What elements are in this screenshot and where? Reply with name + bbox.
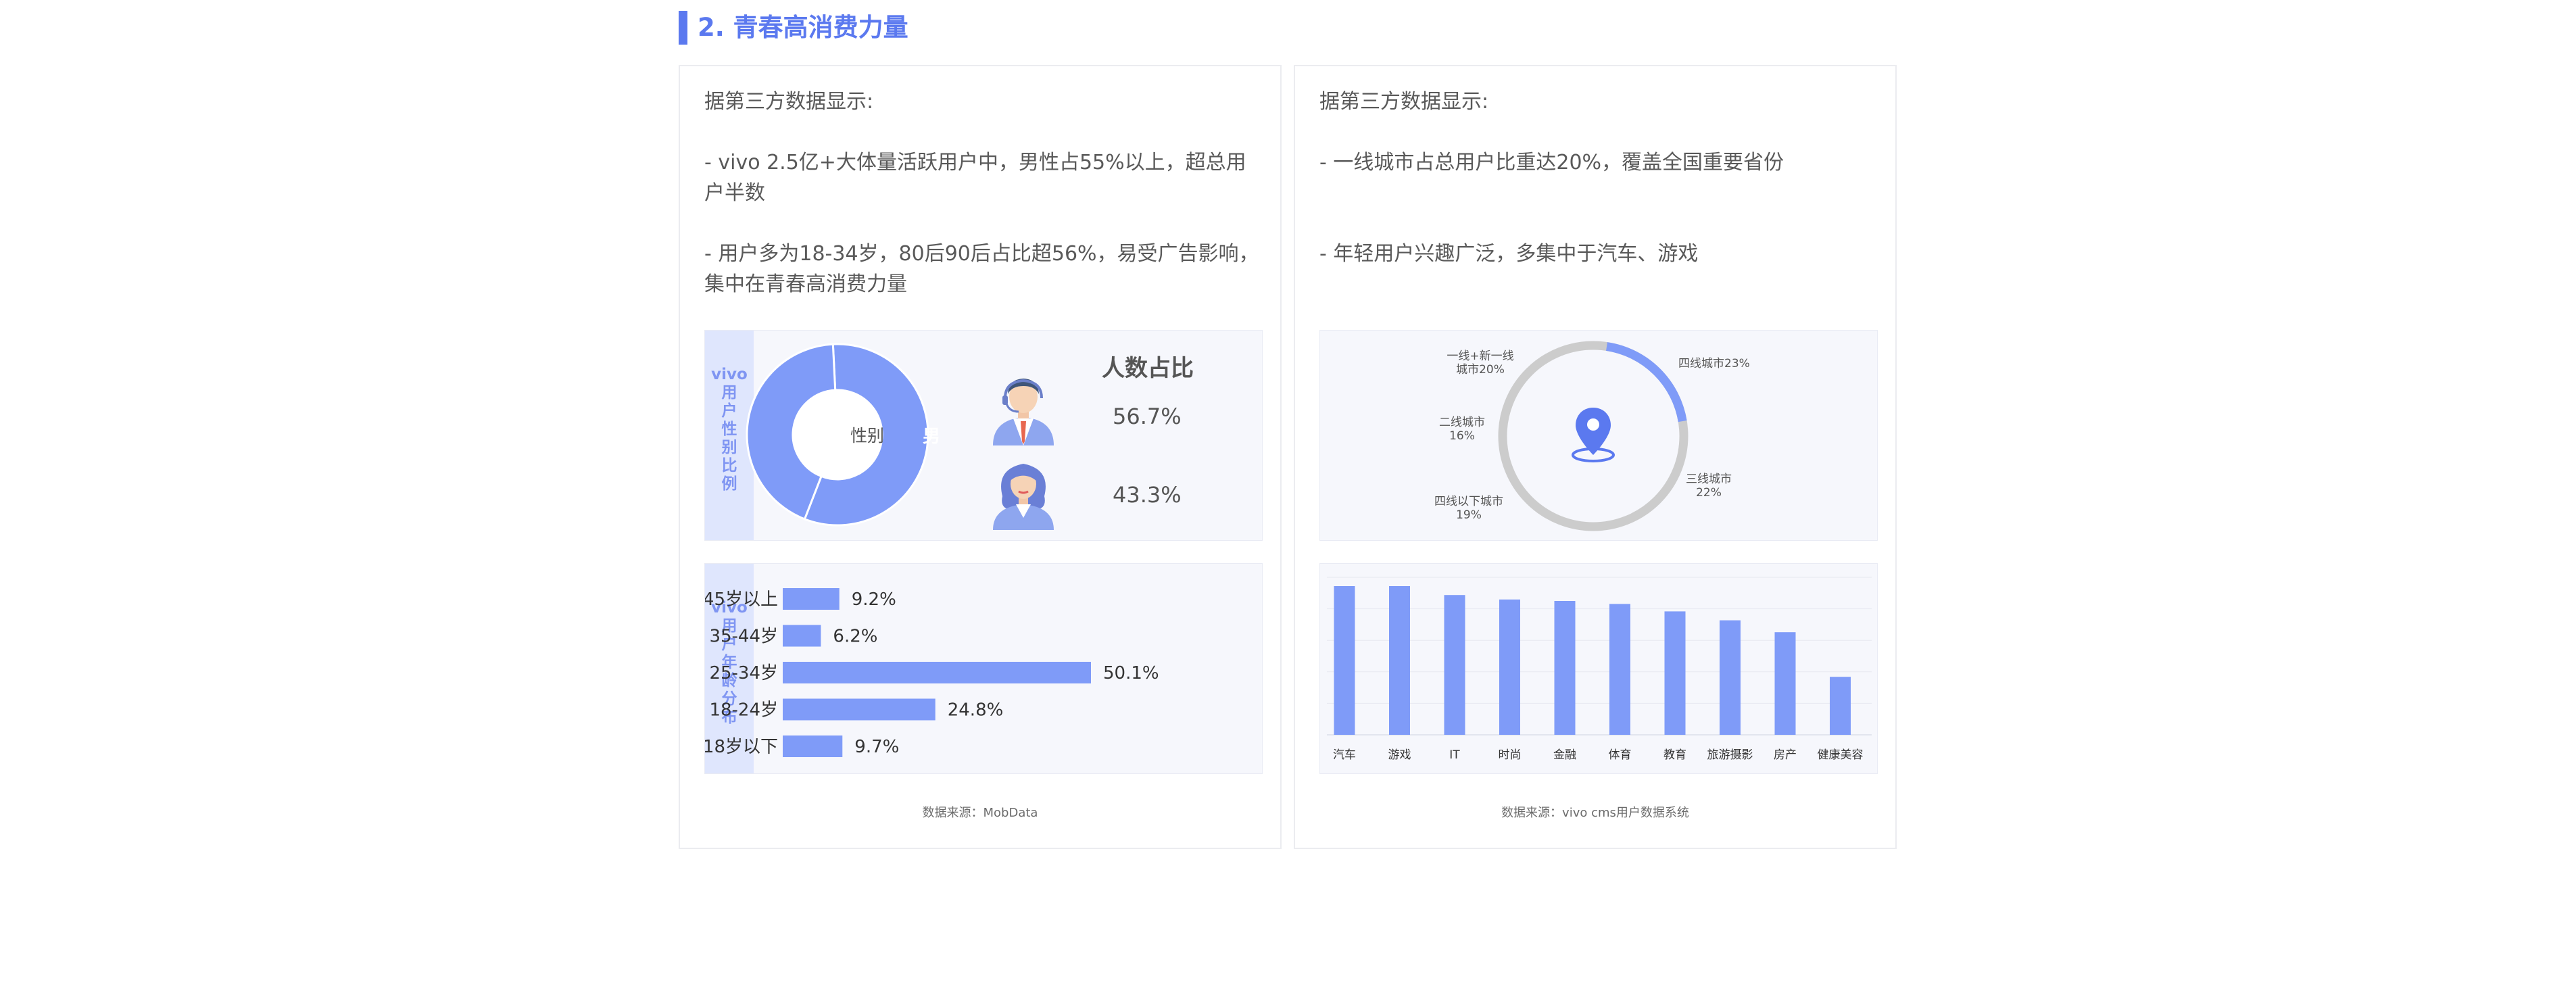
interest-bar xyxy=(1609,604,1630,735)
city-distribution-panel: 一线+新一线 城市20% 四线城市23% 二线城市 16% 三线城市 22% 四… xyxy=(1319,330,1878,541)
interest-bar xyxy=(1554,601,1576,735)
age-category-label: 35-44岁 xyxy=(709,627,778,647)
interest-bar xyxy=(1664,611,1686,735)
interest-category-label: 金融 xyxy=(1553,748,1576,762)
interest-category-label: 游戏 xyxy=(1388,748,1411,762)
right-info-card: 据第三方数据显示: - 一线城市占总用户比重达20%，覆盖全国重要省份 - 年轻… xyxy=(1294,65,1897,849)
interest-bar xyxy=(1830,677,1851,735)
age-bar xyxy=(783,662,1091,683)
gender-panel-heading: 人数占比 xyxy=(1102,355,1194,382)
female-label: 女 xyxy=(806,427,825,447)
interest-bar xyxy=(1389,586,1410,735)
donut-center-label: 性别 xyxy=(850,426,885,445)
interest-distribution-panel: 汽车 游戏 IT 时尚 金融 体育 教育 旅游摄影 房产 健康美容 xyxy=(1319,563,1878,774)
interest-category-label: 教育 xyxy=(1663,748,1686,762)
age-bar xyxy=(783,735,843,757)
age-category-label: 45岁以上 xyxy=(705,589,778,610)
left-data-source: 数据来源：MobData xyxy=(922,806,1038,820)
age-bar xyxy=(783,625,821,647)
age-bar xyxy=(783,588,840,610)
interest-category-label: 旅游摄影 xyxy=(1707,748,1753,762)
left-point-1: - vivo 2.5亿+大体量活跃用户中，男性占55%以上，超总用户半数 xyxy=(704,151,1246,205)
male-label: 男 xyxy=(923,427,941,447)
interest-bar xyxy=(1499,599,1520,735)
interest-category-label: 健康美容 xyxy=(1818,748,1864,762)
age-category-label: 18-24岁 xyxy=(709,700,778,721)
interest-category-label: 时尚 xyxy=(1499,748,1522,762)
age-category-label: 25-34岁 xyxy=(709,663,778,683)
location-pin-icon xyxy=(1572,408,1615,462)
age-value-label: 9.2% xyxy=(852,589,896,610)
section-accent-bar xyxy=(679,11,687,45)
female-percentage: 43.3% xyxy=(1113,482,1182,508)
age-distribution-panel: vivo 用 户 年 龄 分 布 45岁以上 9.2% 35-44岁 6.2% 25-3… xyxy=(704,563,1263,774)
city-label-tier3: 三线城市 22% xyxy=(1686,473,1732,500)
interest-bar xyxy=(1720,620,1741,735)
age-bar-chart: 45岁以上 9.2% 35-44岁 6.2% 25-34岁 50.1% 18-24岁 24.8… xyxy=(705,588,1159,757)
male-percentage: 56.7% xyxy=(1113,404,1182,429)
age-value-label: 24.8% xyxy=(948,700,1004,721)
city-label-below4: 四线以下城市 19% xyxy=(1434,495,1503,522)
interest-bar xyxy=(1774,632,1796,735)
right-point-2: - 年轻用户兴趣广泛，多集中于汽车、游戏 xyxy=(1319,242,1699,266)
interest-category-label: 房产 xyxy=(1774,748,1797,762)
age-value-label: 6.2% xyxy=(833,627,877,647)
age-value-label: 50.1% xyxy=(1103,663,1159,683)
city-label-tier1: 一线+新一线 城市20% xyxy=(1447,349,1514,377)
city-label-tier4: 四线城市23% xyxy=(1678,357,1750,370)
gender-ratio-panel: vivo 用 户 性 别 比 例 女 性别 男 人数占比 56.7% 43.3% xyxy=(704,330,1263,541)
interest-bar xyxy=(1334,586,1355,735)
female-agent-avatar-icon xyxy=(993,464,1054,530)
age-value-label: 9.7% xyxy=(854,737,899,757)
interest-category-label: 体育 xyxy=(1609,748,1632,762)
left-point-2: - 用户多为18-34岁，80后90后占比超56%，易受广告影响，集中在青春高消… xyxy=(704,242,1259,296)
right-data-source: 数据来源：vivo cms用户数据系统 xyxy=(1501,806,1689,820)
age-category-label: 18岁以下 xyxy=(705,737,778,757)
city-ring-tier1-segment xyxy=(1605,342,1687,423)
interest-category-label: 汽车 xyxy=(1333,748,1356,762)
interest-bar-chart: 汽车 游戏 IT 时尚 金融 体育 教育 旅游摄影 房产 健康美容 xyxy=(1327,577,1872,762)
left-intro-text: 据第三方数据显示: xyxy=(704,90,874,114)
right-point-1: - 一线城市占总用户比重达20%，覆盖全国重要省份 xyxy=(1319,151,1784,174)
male-agent-avatar-icon xyxy=(993,379,1054,445)
left-info-card: 据第三方数据显示: - vivo 2.5亿+大体量活跃用户中，男性占55%以上，… xyxy=(679,65,1282,849)
section-title: 2. 青春高消费力量 xyxy=(698,13,908,42)
city-label-tier2: 二线城市 16% xyxy=(1439,416,1485,443)
right-intro-text: 据第三方数据显示: xyxy=(1319,90,1489,114)
interest-bar xyxy=(1444,595,1465,735)
interest-category-label: IT xyxy=(1449,748,1460,762)
age-bar xyxy=(783,698,935,721)
